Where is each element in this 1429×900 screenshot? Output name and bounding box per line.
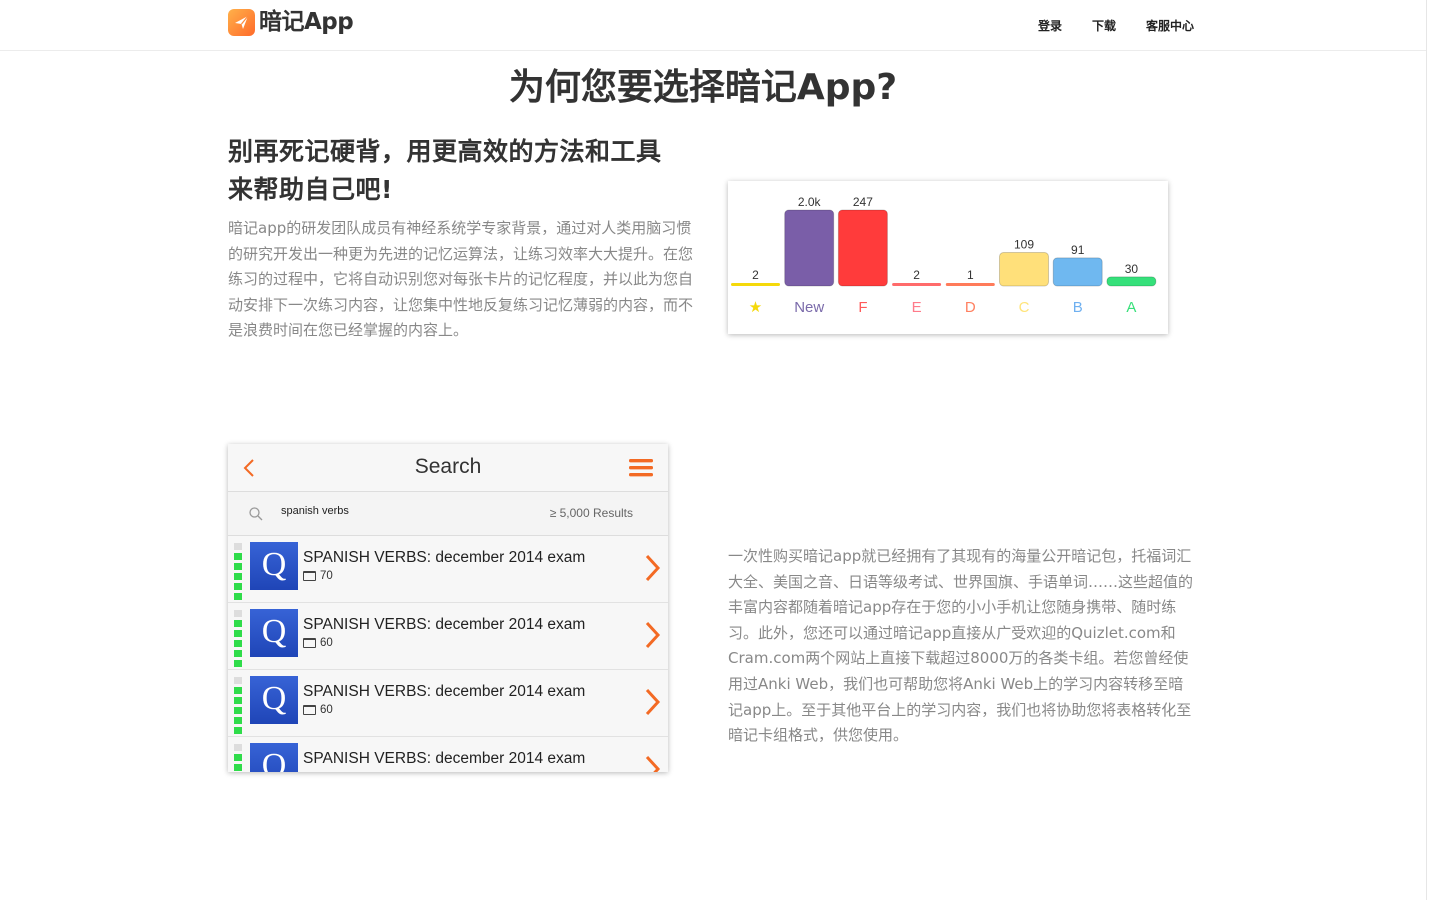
- progress-bars: [234, 543, 242, 600]
- card-count: 70: [303, 570, 333, 582]
- main-nav: 登录 下载 客服中心: [1008, 18, 1194, 34]
- section-heading-line-1: 别再死记硬背，用更高效的方法和工具: [228, 137, 662, 166]
- stats-bar-label: D: [965, 299, 976, 316]
- list-item[interactable]: Q SPANISH VERBS: december 2014 exam 60: [228, 670, 668, 737]
- quizlet-logo-icon: Q: [250, 743, 298, 772]
- deck-title: SPANISH VERBS: december 2014 exam: [303, 549, 586, 566]
- progress-bars: [234, 610, 242, 667]
- nav-download[interactable]: 下载: [1092, 18, 1116, 34]
- section-description-2: 一次性购买暗记app就已经拥有了其现有的海量公开暗记包，托福词汇大全、美国之音、…: [728, 547, 1194, 745]
- section-heading-line-2: 来帮助自己吧!: [228, 175, 393, 204]
- cards-icon: [303, 705, 316, 715]
- stats-bar: [892, 283, 942, 286]
- cards-icon: [303, 638, 316, 648]
- section-heading: 别再死记硬背，用更高效的方法和工具 来帮助自己吧!: [228, 133, 698, 209]
- deck-title: SPANISH VERBS: december 2014 exam: [303, 750, 586, 767]
- nav-support[interactable]: 客服中心: [1146, 18, 1194, 34]
- stats-bar-value: 109: [1014, 238, 1034, 252]
- cards-icon: [303, 571, 316, 581]
- stats-bar-label: E: [912, 299, 922, 316]
- app-topbar: Search: [228, 444, 668, 492]
- page-edge-divider: [1426, 0, 1427, 900]
- chevron-right-icon[interactable]: [642, 553, 662, 583]
- results-count: ≥ 5,000 Results: [549, 506, 633, 520]
- stats-bar-label: A: [1126, 299, 1136, 316]
- card-count: 60: [303, 704, 333, 716]
- stats-bar-value: 91: [1071, 243, 1085, 257]
- paper-plane-icon: [228, 9, 255, 36]
- stats-bar-value: 2: [913, 268, 920, 282]
- stats-bar: [1052, 257, 1103, 287]
- logo-text: 暗记App: [259, 9, 354, 35]
- stats-bar: [1106, 276, 1157, 287]
- list-item[interactable]: Q SPANISH VERBS: december 2014 exam: [228, 737, 668, 772]
- chevron-right-icon[interactable]: [642, 687, 662, 717]
- memory-stats-card: 2 ★ 2.0k New 247 F 2 E 1 D 109 C 91 B 30 A: [728, 181, 1168, 334]
- stats-bar-value: 30: [1125, 262, 1139, 276]
- progress-bars: [234, 677, 242, 734]
- stats-bar-value: 247: [853, 195, 873, 209]
- search-icon: [249, 507, 263, 521]
- top-navbar: 暗记App 登录 下载 客服中心: [0, 0, 1426, 51]
- stats-bar: [999, 252, 1049, 287]
- quizlet-logo-icon: Q: [250, 609, 298, 657]
- app-search-bar: ≥ 5,000 Results: [228, 492, 668, 536]
- stats-bar-label: New: [794, 299, 824, 316]
- app-screen-title: Search: [414, 455, 482, 478]
- chevron-right-icon[interactable]: [642, 620, 662, 650]
- page-title: 为何您要选择暗记App?: [508, 67, 898, 108]
- stats-bar-label: B: [1073, 299, 1083, 316]
- stats-bar: [837, 209, 888, 287]
- stats-bar: [945, 283, 995, 286]
- memory-stats-chart: 2 ★ 2.0k New 247 F 2 E 1 D 109 C 91 B 30 A: [731, 195, 1157, 316]
- nav-login[interactable]: 登录: [1038, 18, 1062, 34]
- stats-bar-value: 1: [967, 268, 974, 282]
- list-item[interactable]: Q SPANISH VERBS: december 2014 exam 70: [228, 536, 668, 603]
- stats-bar-label: ★: [749, 299, 762, 316]
- stats-bar-value: 2.0k: [798, 195, 822, 209]
- stats-bar: [731, 283, 780, 286]
- menu-icon[interactable]: [628, 456, 654, 480]
- stats-bar: [784, 209, 835, 287]
- card-count: 60: [303, 637, 333, 649]
- app-search-input[interactable]: [281, 505, 481, 517]
- deck-title: SPANISH VERBS: december 2014 exam: [303, 616, 586, 633]
- deck-title: SPANISH VERBS: december 2014 exam: [303, 683, 586, 700]
- stats-bar-label: C: [1019, 299, 1030, 316]
- quizlet-logo-icon: Q: [250, 676, 298, 724]
- stats-bar-label: F: [858, 299, 867, 316]
- progress-bars: [234, 744, 242, 772]
- logo-link[interactable]: 暗记App: [228, 9, 354, 36]
- section-description: 暗记app的研发团队成员有神经系统学专家背景，通过对人类用脑习惯的研究开发出一种…: [228, 219, 694, 340]
- quizlet-logo-icon: Q: [250, 542, 298, 590]
- chevron-right-icon[interactable]: [642, 754, 662, 772]
- list-item[interactable]: Q SPANISH VERBS: december 2014 exam 60: [228, 603, 668, 670]
- stats-bar-value: 2: [752, 268, 759, 282]
- app-screenshot: Search ≥ 5,000 Results Q SPANISH VERBS: …: [228, 444, 668, 772]
